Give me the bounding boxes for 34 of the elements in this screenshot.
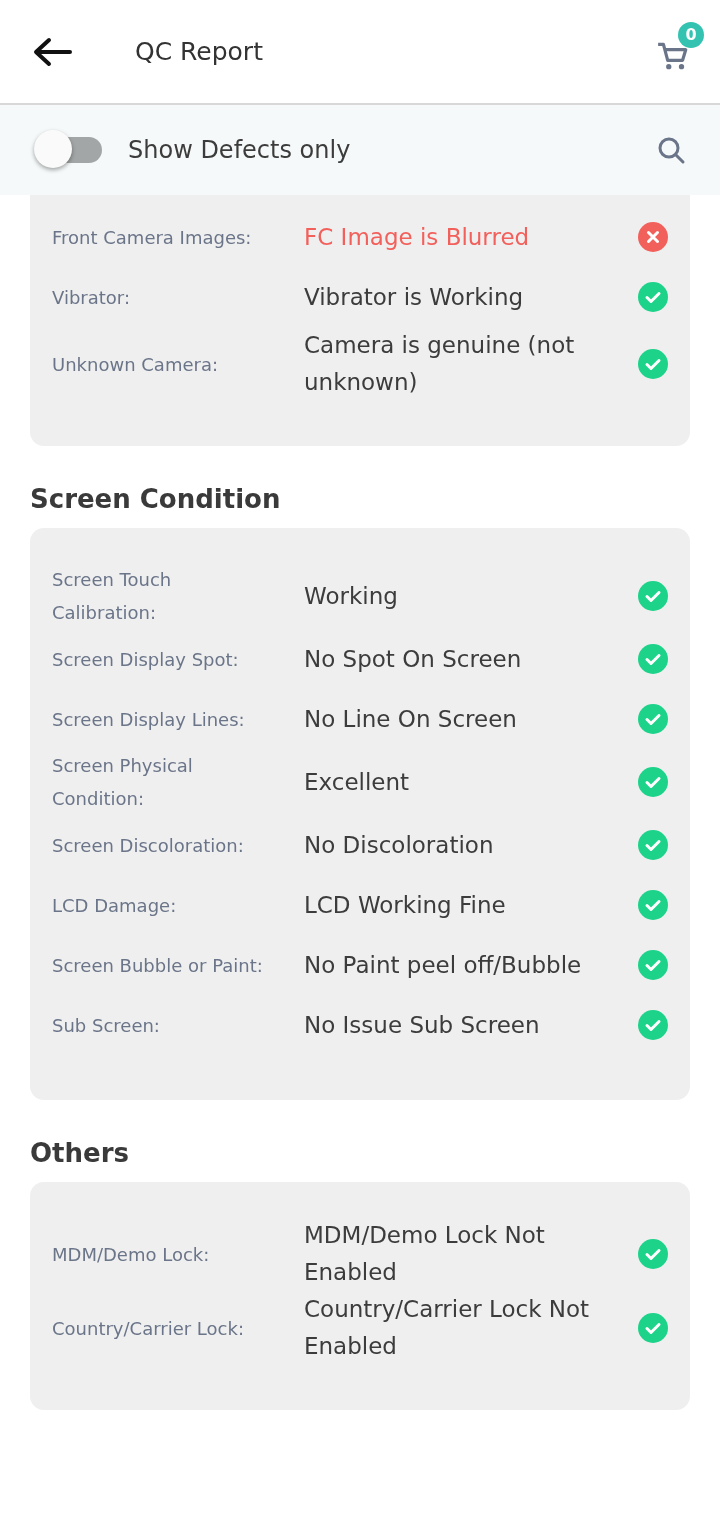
toggle-switch[interactable] (34, 130, 102, 170)
field-value: Camera is genuine (not unknown) (304, 331, 576, 397)
cart-count-badge: 0 (678, 21, 704, 48)
field-label: Screen Discoloration: (52, 833, 245, 858)
field-value: No Line On Screen (304, 704, 518, 734)
field-value: Working (304, 581, 399, 611)
field-label: Screen Physical Condition: (52, 754, 194, 811)
field-value: MDM/Demo Lock Not Enabled (304, 1221, 546, 1287)
field-value: Excellent (304, 767, 411, 797)
toggle-label: Show Defects only (128, 136, 352, 164)
field-value: LCD Working Fine (304, 890, 507, 920)
field-value: No Paint peel off/Bubble (304, 950, 583, 980)
section-heading: Others (30, 1137, 130, 1170)
field-label: Country/Carrier Lock: (52, 1316, 245, 1341)
page-title: QC Report (135, 37, 264, 66)
search-icon[interactable] (656, 135, 686, 165)
field-label: Unknown Camera: (52, 352, 219, 377)
field-label: MDM/Demo Lock: (52, 1242, 211, 1267)
field-value: Country/Carrier Lock Not Enabled (304, 1295, 591, 1361)
field-value: No Spot On Screen (304, 644, 523, 674)
field-label: Sub Screen: (52, 1013, 161, 1038)
field-value: No Discoloration (304, 830, 495, 860)
field-value: Vibrator is Working (304, 282, 525, 312)
field-value: FC Image is Blurred (304, 222, 531, 252)
field-label: Front Camera Images: (52, 225, 253, 250)
field-label: Screen Display Lines: (52, 707, 246, 732)
field-label: Screen Bubble or Paint: (52, 953, 264, 978)
field-label: LCD Damage: (52, 893, 178, 918)
back-arrow-icon[interactable] (32, 36, 72, 67)
field-label: Vibrator: (52, 285, 131, 310)
section-heading: Screen Condition (30, 483, 282, 516)
field-label: Screen Touch Calibration: (52, 568, 173, 625)
field-value: No Issue Sub Screen (304, 1010, 541, 1040)
field-label: Screen Display Spot: (52, 647, 240, 672)
